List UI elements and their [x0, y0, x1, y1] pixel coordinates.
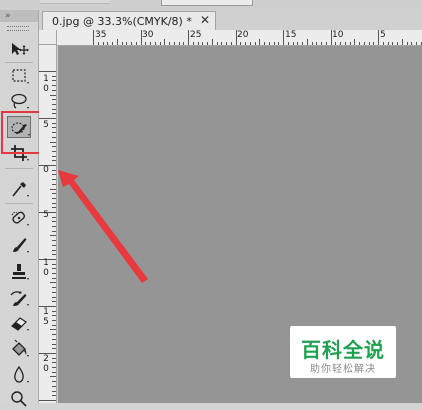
history-brush-tool-button[interactable]	[7, 287, 31, 309]
ruler-label: 10	[43, 74, 49, 94]
ruler-label: 20	[43, 354, 49, 374]
document-tab-title: 0.jpg @ 33.3%(CMYK/8) *	[52, 15, 192, 28]
collapse-glyph: »	[5, 11, 11, 21]
spot-healing-brush-tool-icon	[11, 211, 29, 226]
eraser-tool-icon	[11, 317, 29, 331]
ruler-label: 5	[43, 120, 49, 130]
ruler-label: 30	[142, 30, 154, 40]
marquee-tool-button[interactable]	[7, 65, 31, 87]
dodge-tool-button[interactable]	[7, 388, 31, 410]
tool-separator	[5, 203, 33, 204]
document-tab-bar: 0.jpg @ 33.3%(CMYK/8) * ✕	[39, 10, 422, 31]
options-bar-control	[40, 0, 110, 4]
tool-separator	[5, 62, 33, 63]
ruler-label: 0	[43, 165, 49, 175]
ruler-label: 5	[380, 30, 386, 40]
tool-separator	[5, 168, 33, 169]
ruler-label: 15	[285, 30, 297, 40]
ruler-label: 15	[43, 307, 49, 327]
eyedropper-tool-icon	[12, 182, 29, 197]
clone-stamp-tool-button[interactable]	[7, 261, 31, 283]
brush-tool-icon	[13, 238, 29, 253]
paint-bucket-tool-button[interactable]	[7, 338, 31, 360]
history-brush-tool-icon	[10, 291, 29, 306]
marquee-tool-icon	[12, 69, 29, 84]
clone-stamp-tool-icon	[12, 264, 29, 280]
dodge-tool-icon	[11, 391, 27, 407]
eraser-tool-button[interactable]	[7, 312, 31, 334]
ruler-corner	[39, 30, 57, 45]
horizontal-ruler: 35 30 25 20 15 10 5	[57, 30, 422, 46]
document-tab[interactable]: 0.jpg @ 33.3%(CMYK/8) * ✕	[42, 11, 216, 31]
watermark-subtitle: 助你轻松解决	[310, 364, 376, 375]
ruler-label: 20	[237, 30, 249, 40]
brush-tool-button[interactable]	[7, 234, 31, 256]
tools-panel-grip[interactable]	[7, 26, 29, 31]
watermark-title: 百科全说	[301, 338, 385, 362]
lasso-tool-icon	[11, 93, 29, 109]
tools-panel: »	[0, 10, 39, 407]
close-icon[interactable]: ✕	[200, 13, 210, 27]
ruler-label: 5	[43, 210, 49, 220]
lasso-tool-button[interactable]	[7, 90, 31, 112]
blur-tool-icon	[14, 365, 29, 383]
watermark-logo: 百科全说 助你轻松解决	[290, 326, 396, 378]
vertical-ruler: 10 5 0 5 10 15 20	[39, 45, 57, 403]
blur-tool-button[interactable]	[7, 364, 31, 386]
options-bar-field[interactable]	[161, 0, 253, 6]
ruler-label: 10	[43, 258, 49, 278]
tools-panel-collapse-button[interactable]: »	[0, 10, 38, 22]
ruler-label: 35	[95, 30, 107, 40]
top-strip	[0, 0, 422, 10]
ruler-label: 25	[190, 30, 202, 40]
move-tool-icon	[12, 43, 29, 55]
spot-healing-brush-tool-button[interactable]	[7, 207, 31, 229]
eyedropper-tool-button[interactable]	[7, 178, 31, 200]
paint-bucket-tool-icon	[12, 339, 29, 357]
vertical-ruler-ticks	[39, 71, 56, 401]
move-tool-button[interactable]	[7, 38, 31, 60]
ruler-label: 10	[332, 30, 344, 40]
